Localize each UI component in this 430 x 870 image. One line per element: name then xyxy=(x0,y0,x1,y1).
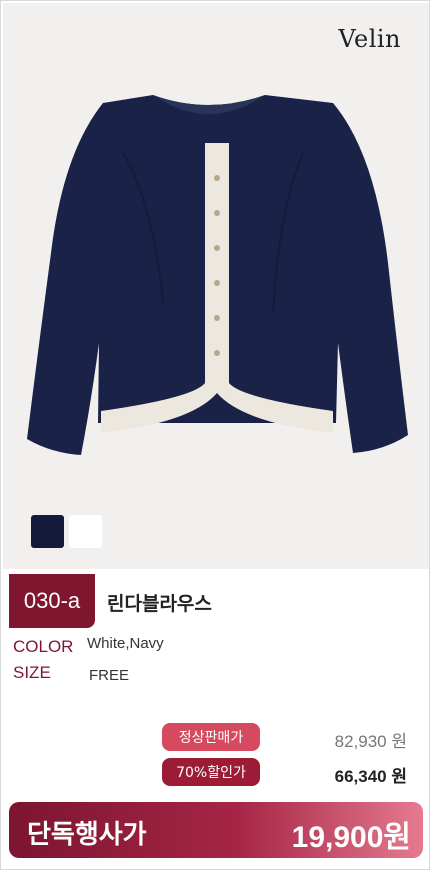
discount-price-label: 70%할인가 xyxy=(162,758,260,786)
regular-price-label: 정상판매가 xyxy=(162,723,260,751)
brand-logo: Velin xyxy=(338,25,401,53)
promo-banner[interactable]: 단독행사가 19,900원 xyxy=(9,802,423,858)
size-value: FREE xyxy=(89,667,130,684)
discount-price: 66,340 원 xyxy=(334,767,407,786)
size-label: SIZE xyxy=(13,663,51,682)
color-label: COLOR xyxy=(13,637,74,656)
product-card: Velin 030-a 린다블라우스 COLOR White,Navy SIZE… xyxy=(0,0,430,870)
blouse-illustration xyxy=(27,95,408,455)
product-name[interactable]: 린다블라우스 xyxy=(107,589,212,616)
color-swatch-white[interactable] xyxy=(69,515,102,548)
color-swatch-navy[interactable] xyxy=(31,515,64,548)
promo-price: 19,900원 xyxy=(291,821,411,854)
promo-label: 단독행사가 xyxy=(27,820,147,850)
regular-price: 82,930 원 xyxy=(334,732,407,751)
color-value: White,Navy xyxy=(87,635,164,652)
product-image[interactable]: Velin xyxy=(3,3,429,569)
product-code-badge: 030-a xyxy=(9,574,95,628)
